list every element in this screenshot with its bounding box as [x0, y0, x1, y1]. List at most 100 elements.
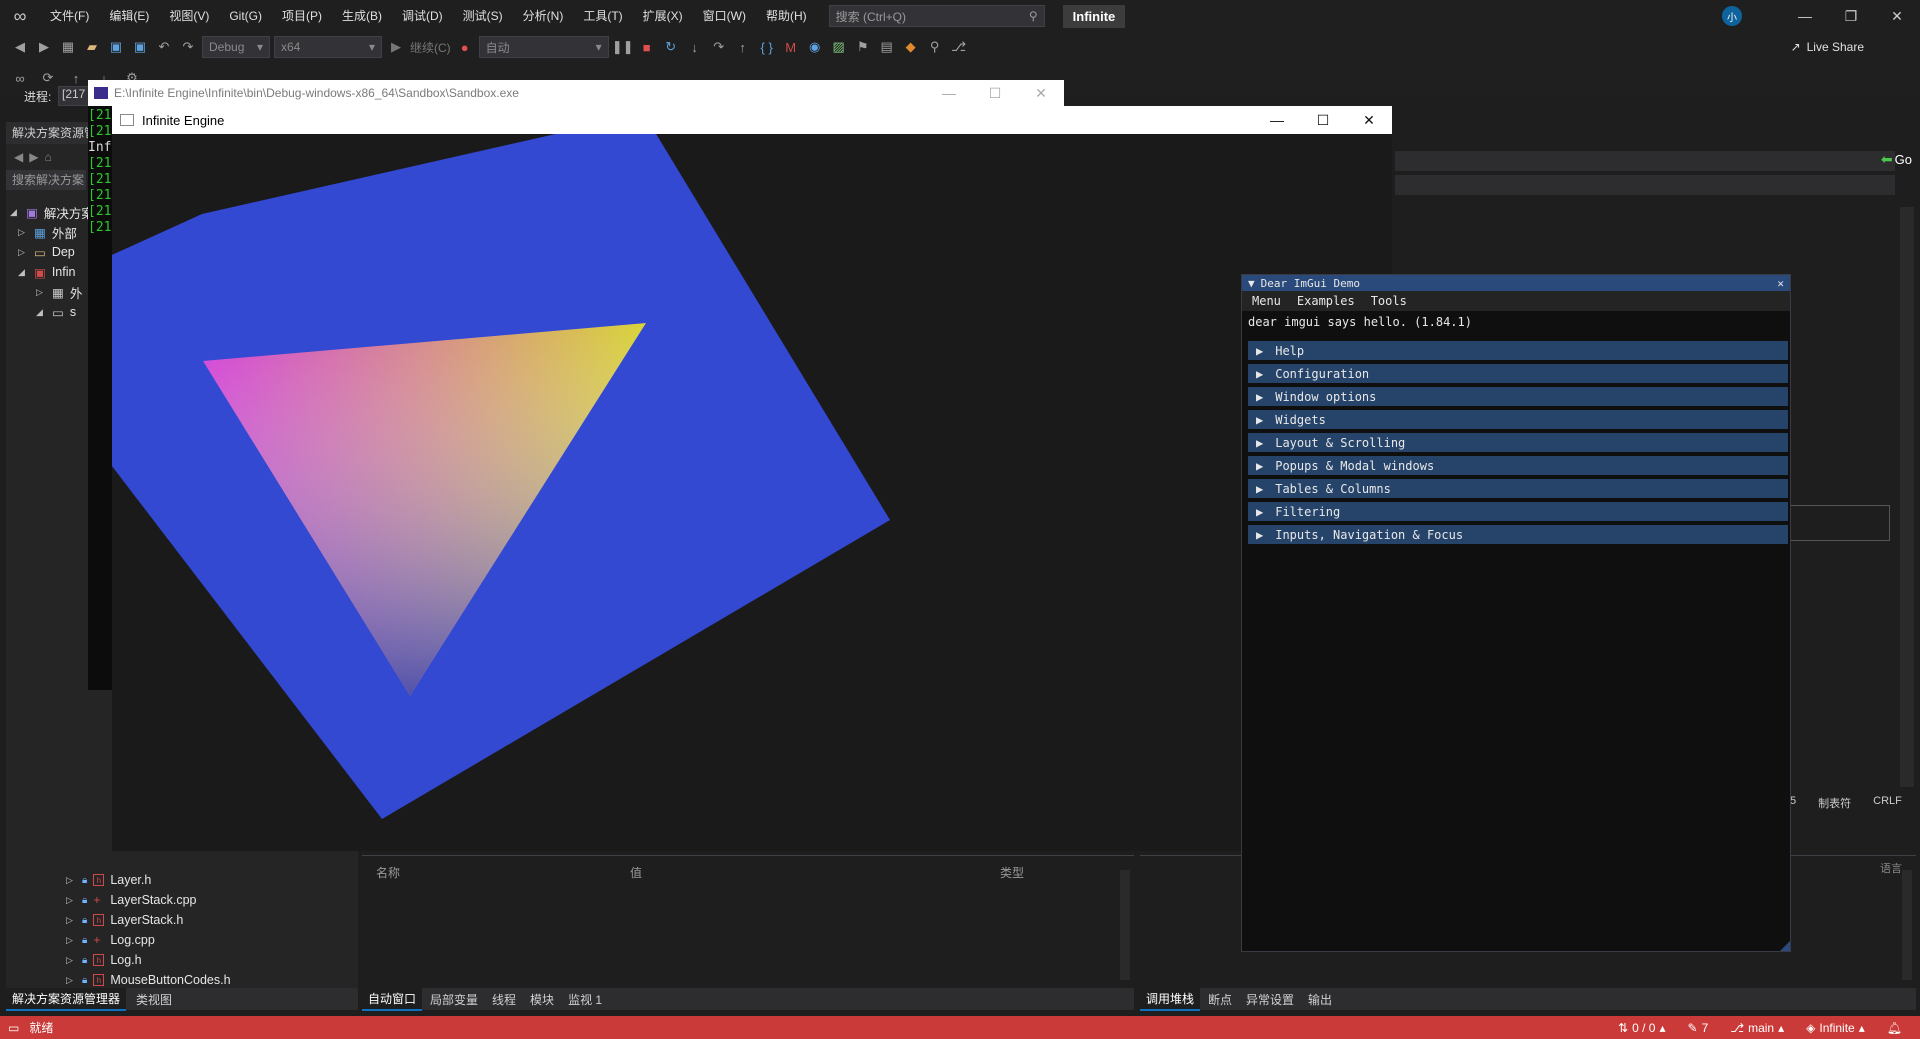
menu-analyze[interactable]: 分析(N)	[513, 0, 574, 32]
tab-locals[interactable]: 局部变量	[424, 989, 484, 1010]
tab-modules[interactable]: 模块	[524, 989, 560, 1010]
tree-node-dep[interactable]: ▷ ▭ Dep	[18, 242, 75, 262]
tab-breakpoints[interactable]: 断点	[1202, 989, 1238, 1010]
menu-window[interactable]: 窗口(W)	[693, 0, 756, 32]
visual-studio-logo-icon[interactable]: ∞	[0, 0, 40, 32]
comment-icon[interactable]: ▤	[877, 37, 897, 57]
tab-exception-settings[interactable]: 异常设置	[1240, 989, 1300, 1010]
tab-watch-1[interactable]: 监视 1	[562, 989, 608, 1010]
file-item-layer-h[interactable]: ▷ 🔒︎ h Layer.h	[66, 870, 151, 890]
diagnostics-icon[interactable]: ◆	[901, 37, 921, 57]
tab-call-stack[interactable]: 调用堆栈	[1140, 987, 1201, 1011]
solution-search-input[interactable]: 搜索解决方案	[6, 170, 86, 190]
callstack-scrollbar[interactable]	[1902, 870, 1912, 980]
tree-node-solution[interactable]: ◢ ▣ 解决方案	[10, 202, 94, 222]
vs-search-box[interactable]: 搜索 (Ctrl+Q) ⚲	[828, 5, 1045, 27]
file-item-log-cpp[interactable]: ▷ 🔒︎ + Log.cpp	[66, 930, 155, 950]
stop-icon[interactable]: ■	[637, 37, 657, 57]
step-over-icon[interactable]: ↷	[709, 37, 729, 57]
braces-icon[interactable]: { }	[757, 37, 777, 57]
menu-extensions[interactable]: 扩展(X)	[633, 0, 693, 32]
account-avatar[interactable]: 小	[1722, 6, 1742, 26]
vs-close-button[interactable]: ✕	[1874, 2, 1920, 30]
auto-select[interactable]: 自动 ▾	[478, 36, 609, 58]
imgui-titlebar[interactable]: ▼ Dear ImGui Demo ✕	[1242, 275, 1790, 291]
notification-bell-icon[interactable]: 🔔︎	[1887, 1021, 1902, 1035]
imgui-header-layout-scrolling[interactable]: ▶ Layout & Scrolling	[1248, 433, 1788, 452]
file-item-layerstack-h[interactable]: ▷ 🔒︎ h LayerStack.h	[66, 910, 183, 930]
process-select[interactable]: [217	[58, 86, 92, 106]
save-icon[interactable]: ▣	[106, 37, 126, 57]
imgui-menu-tools[interactable]: Tools	[1371, 294, 1407, 308]
vs-minimize-button[interactable]: —	[1782, 2, 1828, 30]
menu-tools[interactable]: 工具(T)	[573, 0, 632, 32]
sync-indicator[interactable]: ⇅ 0 / 0 ▴	[1618, 1021, 1665, 1035]
image-icon[interactable]: ▨	[829, 37, 849, 57]
go-button[interactable]: ⬅ Go	[1881, 151, 1912, 168]
editor-nav-bar[interactable]	[1395, 151, 1895, 171]
restart-icon[interactable]: ↻	[661, 37, 681, 57]
console-close-button[interactable]: ✕	[1018, 79, 1064, 107]
imgui-menu-menu[interactable]: Menu	[1252, 294, 1281, 308]
file-item-log-h[interactable]: ▷ 🔒︎ h Log.h	[66, 950, 142, 970]
refresh-icon[interactable]: ⟳	[38, 68, 58, 88]
tab-output[interactable]: 输出	[1302, 989, 1338, 1010]
imgui-header-configuration[interactable]: ▶ Configuration	[1248, 364, 1788, 383]
column-name[interactable]: 名称	[376, 864, 630, 881]
engine-titlebar[interactable]: Infinite Engine — ☐ ✕	[112, 106, 1392, 134]
menu-test[interactable]: 测试(S)	[453, 0, 513, 32]
console-titlebar[interactable]: E:\Infinite Engine\Infinite\bin\Debug-wi…	[88, 80, 1064, 106]
branch-indicator[interactable]: ⎇ main ▴	[1730, 1021, 1784, 1035]
search-icon[interactable]: ⚲	[925, 37, 945, 57]
file-item-layerstack-cpp[interactable]: ▷ 🔒︎ + LayerStack.cpp	[66, 890, 197, 910]
back-icon[interactable]: ◀	[14, 150, 23, 164]
menu-project[interactable]: 项目(P)	[272, 0, 332, 32]
resize-grip-icon[interactable]	[1780, 941, 1790, 951]
hot-reload-icon[interactable]: ●	[455, 37, 475, 57]
engine-close-button[interactable]: ✕	[1346, 106, 1392, 134]
pause-icon[interactable]: ❚❚	[612, 37, 634, 57]
save-all-icon[interactable]: ▣	[130, 37, 150, 57]
engine-minimize-button[interactable]: —	[1254, 106, 1300, 134]
config-select[interactable]: Debug ▾	[202, 36, 270, 58]
menu-debug[interactable]: 调试(D)	[392, 0, 453, 32]
forward-icon[interactable]: ▶	[29, 150, 38, 164]
step-out-icon[interactable]: ↑	[733, 37, 753, 57]
tree-node-src[interactable]: ◢ ▭ s	[36, 302, 76, 322]
play-icon[interactable]: ▶	[386, 37, 406, 57]
arrow-up-icon[interactable]: ↑	[66, 68, 86, 88]
menu-help[interactable]: 帮助(H)	[756, 0, 817, 32]
tree-node-external[interactable]: ▷ ▦ 外部	[18, 222, 77, 242]
imgui-header-filtering[interactable]: ▶ Filtering	[1248, 502, 1788, 521]
tree-node-external-2[interactable]: ▷ ▦ 外	[36, 282, 82, 302]
vs-restore-button[interactable]: ❐	[1828, 2, 1874, 30]
menu-build[interactable]: 生成(B)	[332, 0, 392, 32]
undo-icon[interactable]: ↶	[154, 37, 174, 57]
imgui-header-inputs-navigation[interactable]: ▶ Inputs, Navigation & Focus	[1248, 525, 1788, 544]
redo-icon[interactable]: ↷	[178, 37, 198, 57]
callstack-language-column[interactable]: 语言	[1880, 860, 1902, 876]
imgui-header-help[interactable]: ▶ Help	[1248, 341, 1788, 360]
autos-scrollbar[interactable]	[1120, 870, 1130, 980]
menu-edit[interactable]: 编辑(E)	[99, 0, 159, 32]
bookmark-icon[interactable]: ⚑	[853, 37, 873, 57]
edits-indicator[interactable]: ✎ 7	[1688, 1021, 1709, 1035]
menu-view[interactable]: 视图(V)	[159, 0, 219, 32]
forward-icon[interactable]: ▶	[34, 37, 54, 57]
column-value[interactable]: 值	[630, 864, 1000, 881]
editor-scrollbar[interactable]	[1900, 207, 1914, 787]
console-maximize-button[interactable]: ☐	[972, 79, 1018, 107]
tab-solution-explorer[interactable]: 解决方案资源管理器	[6, 987, 127, 1011]
tab-indicator[interactable]: 制表符	[1818, 795, 1851, 811]
new-item-icon[interactable]: ▦	[58, 37, 78, 57]
console-minimize-button[interactable]: —	[926, 79, 972, 107]
repo-indicator[interactable]: ◈ Infinite ▴	[1806, 1021, 1865, 1035]
close-icon[interactable]: ✕	[1777, 277, 1784, 290]
menu-git[interactable]: Git(G)	[219, 0, 272, 32]
link-icon[interactable]: ∞	[10, 68, 30, 88]
imgui-header-window-options[interactable]: ▶ Window options	[1248, 387, 1788, 406]
imgui-header-tables-columns[interactable]: ▶ Tables & Columns	[1248, 479, 1788, 498]
location-icon[interactable]: ◉	[805, 37, 825, 57]
tab-autos[interactable]: 自动窗口	[362, 987, 423, 1011]
step-into-icon[interactable]: ↓	[685, 37, 705, 57]
